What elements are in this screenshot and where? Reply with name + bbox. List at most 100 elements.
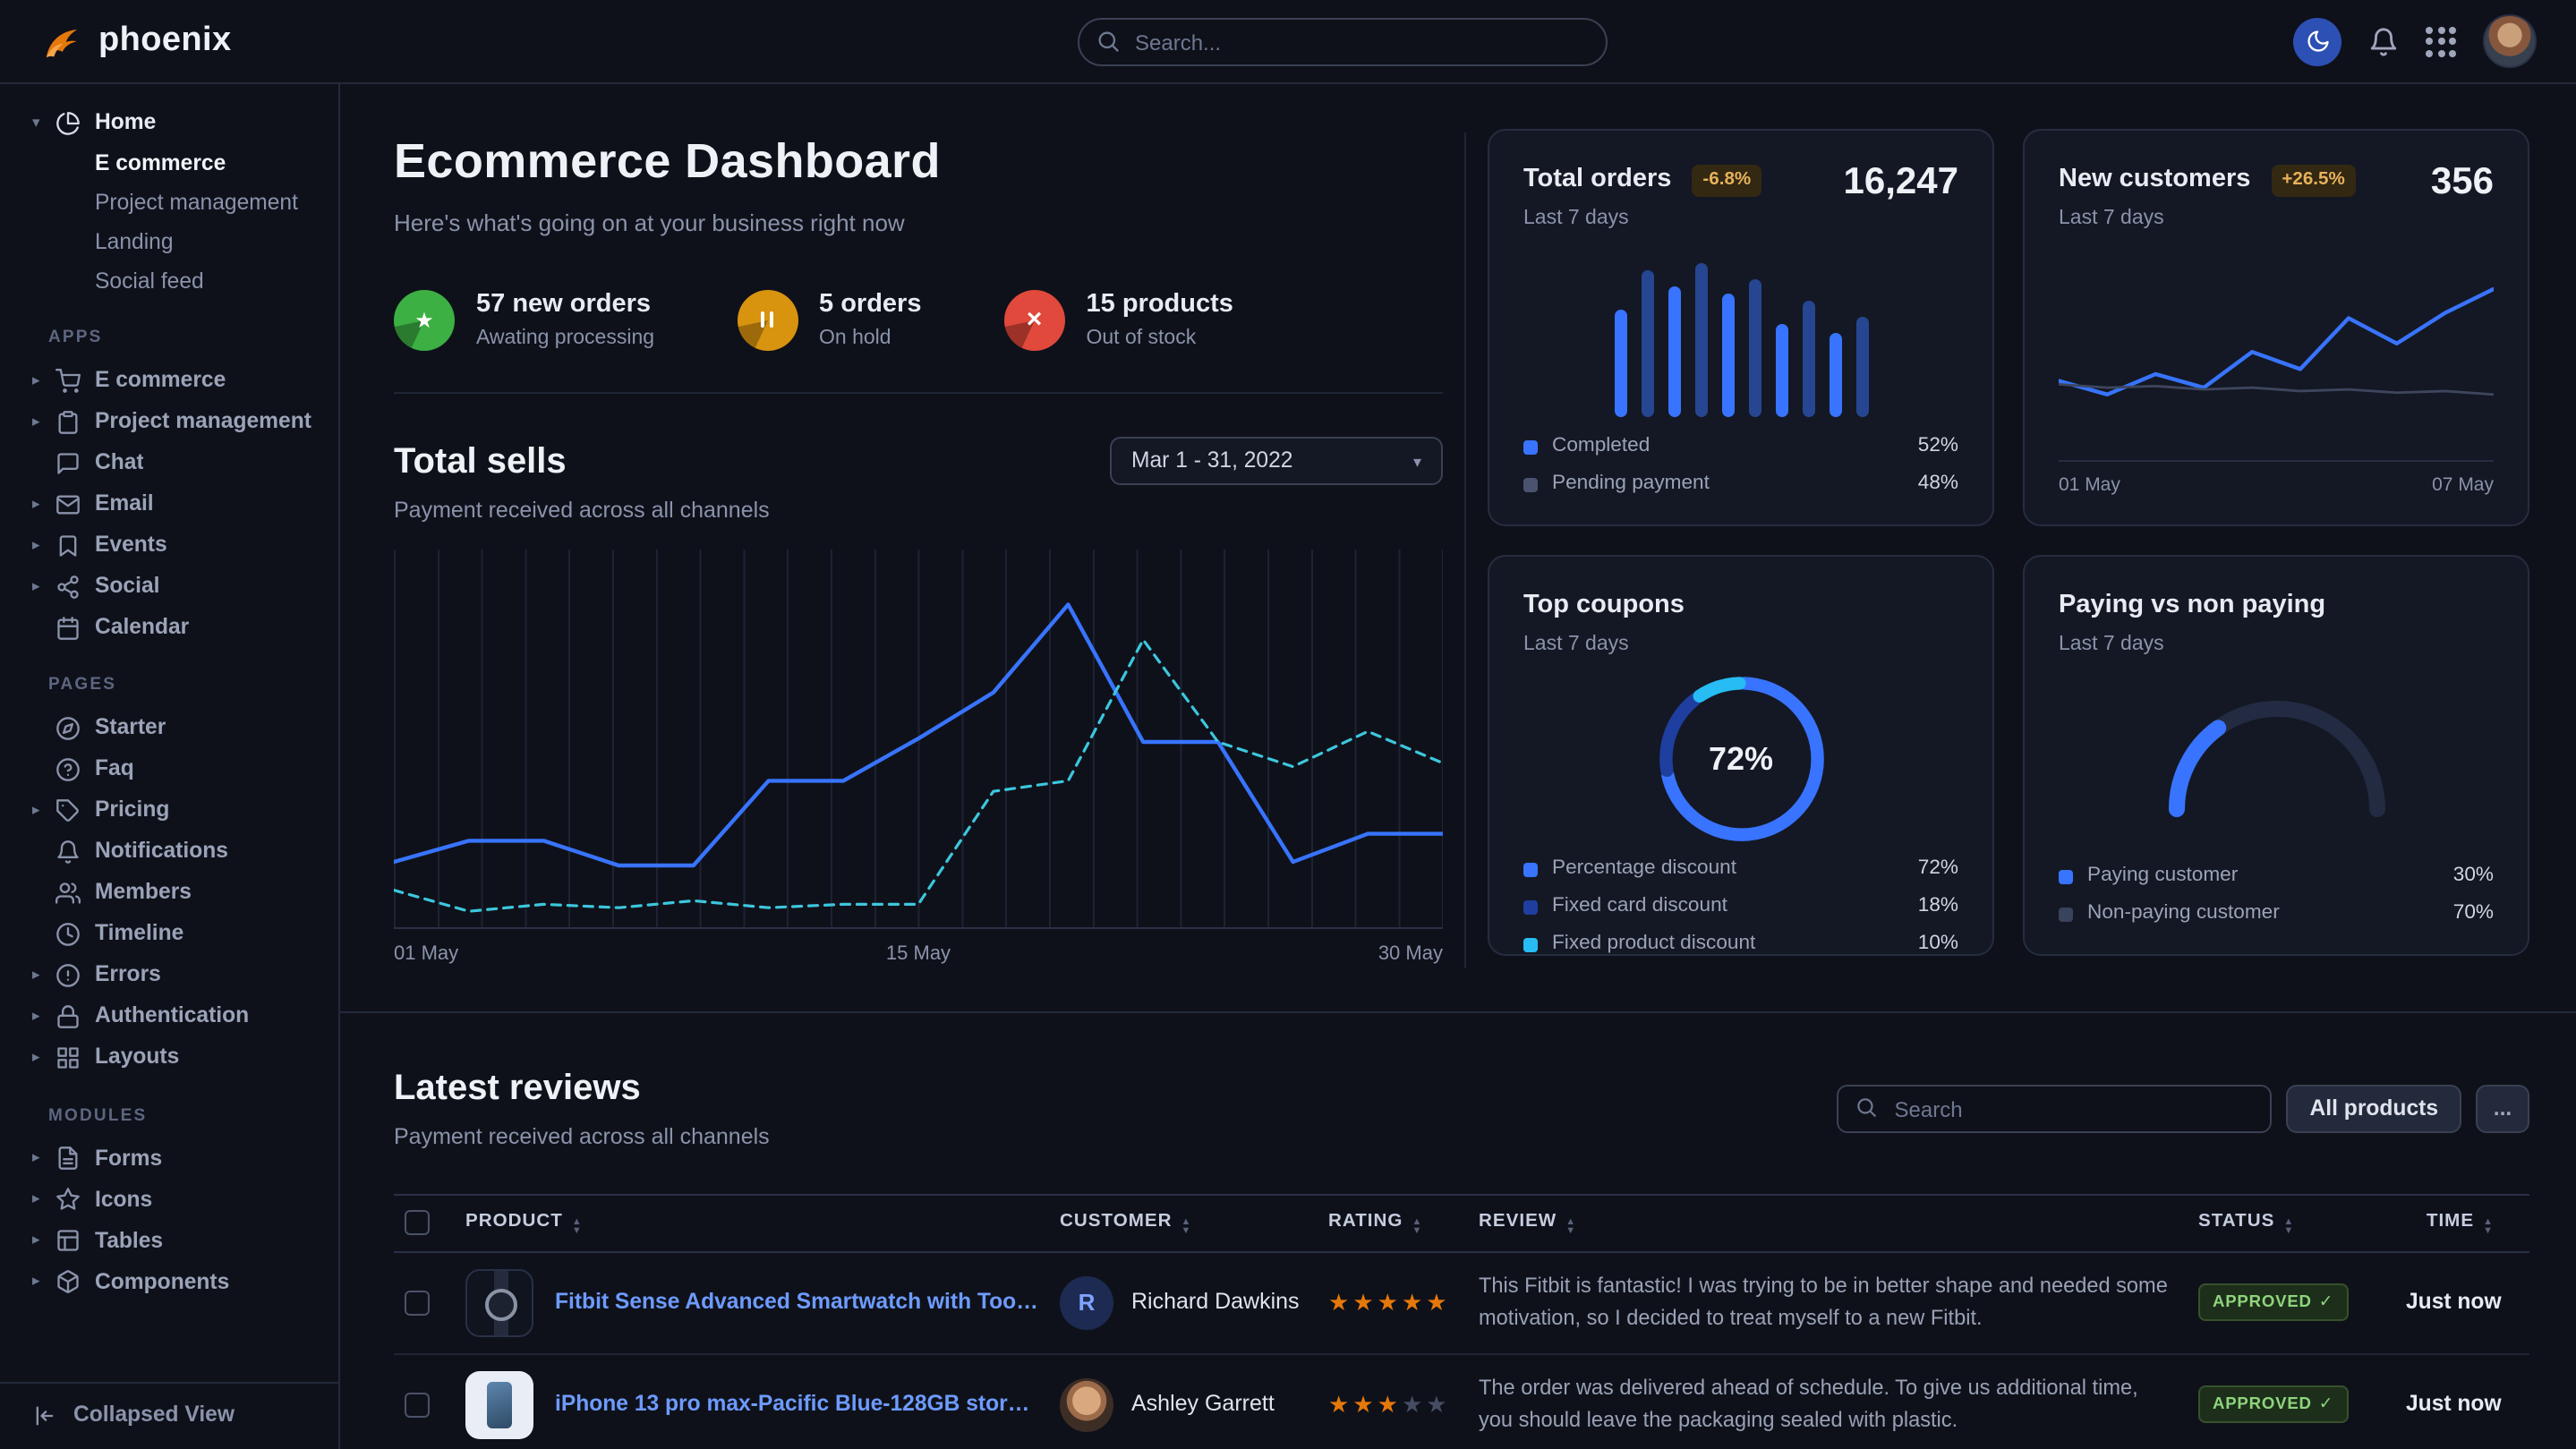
sidebar-item-forms[interactable]: ▸Forms <box>32 1138 324 1180</box>
chevron-right-icon: ▸ <box>32 965 55 986</box>
compass-icon <box>55 716 81 741</box>
chevron-right-icon: ▸ <box>32 1189 55 1211</box>
sort-icon: ▲▼ <box>1565 1219 1576 1235</box>
notifications-button[interactable] <box>2368 26 2399 56</box>
sidebar-item-social[interactable]: ▸Social <box>32 567 324 608</box>
x-label: 07 May <box>2432 473 2494 499</box>
star-icon <box>55 1188 81 1213</box>
product-link[interactable]: Fitbit Sense Advanced Smartwatch with To… <box>555 1288 1038 1318</box>
sidebar-item-starter[interactable]: Starter <box>32 708 324 749</box>
order-bar <box>1855 316 1868 416</box>
navbar-search-input[interactable] <box>1078 18 1608 66</box>
chevron-right-icon: ▸ <box>32 494 55 516</box>
alert-circle-icon <box>55 963 81 988</box>
column-header-customer[interactable]: CUSTOMER▲▼ <box>1049 1195 1318 1252</box>
chevron-right-icon: ▸ <box>32 1272 55 1293</box>
sidebar-item-members[interactable]: Members <box>32 873 324 914</box>
sidebar-item-label: Calendar <box>95 612 189 643</box>
sidebar-item-label: Members <box>95 878 192 908</box>
brand[interactable]: phoenix <box>39 17 232 64</box>
column-header-time[interactable]: TIME▲▼ <box>2395 1195 2529 1252</box>
table-icon <box>55 1229 81 1254</box>
review-row: iPhone 13 pro max-Pacific Blue-128GB sto… <box>394 1354 2529 1449</box>
reviews-search <box>1838 1085 2273 1133</box>
column-header-status[interactable]: STATUS▲▼ <box>2188 1195 2395 1252</box>
sidebar-item-label: Authentication <box>95 1002 249 1032</box>
sidebar-item-label: Components <box>95 1267 229 1298</box>
reviews-search-input[interactable] <box>1838 1085 2273 1133</box>
legend-swatch <box>2059 908 2073 922</box>
total-sells-title: Total sells <box>394 438 770 488</box>
sidebar-item-calendar[interactable]: Calendar <box>32 608 324 649</box>
sidebar-item-components[interactable]: ▸ Components <box>32 1262 324 1303</box>
x-label: 01 May <box>2059 473 2120 499</box>
more-options-button[interactable]: ... <box>2476 1085 2529 1133</box>
top-coupons-donut: 72% <box>1651 670 1830 849</box>
sidebar-item-home[interactable]: ▾Home <box>32 102 324 143</box>
status-badge: APPROVED ✓ <box>2198 1284 2348 1322</box>
all-products-button[interactable]: All products <box>2287 1085 2461 1133</box>
clipboard-icon <box>55 410 81 435</box>
sidebar-subitem-project-management[interactable]: Project management <box>32 183 324 222</box>
sidebar-item-pricing[interactable]: ▸Pricing <box>32 790 324 831</box>
paying-legend: Paying customer30%Non-paying customer70% <box>2059 864 2494 929</box>
legend-value: 18% <box>1918 893 1958 922</box>
sidebar-item-events[interactable]: ▸Events <box>32 525 324 567</box>
sidebar-item-tables[interactable]: ▸Tables <box>32 1221 324 1262</box>
phoenix-logo-icon <box>39 19 84 64</box>
sidebar-subitem-landing[interactable]: Landing <box>32 222 324 261</box>
total-sells-subtitle: Payment received across all channels <box>394 497 770 528</box>
sidebar-item-email[interactable]: ▸Email <box>32 484 324 525</box>
date-range-select[interactable]: Mar 1 - 31, 2022 ▾ <box>1110 438 1443 486</box>
legend-value: 70% <box>2453 900 2494 929</box>
column-header-product[interactable]: PRODUCT▲▼ <box>455 1195 1049 1252</box>
check-icon: ✓ <box>2319 1394 2333 1417</box>
row-checkbox[interactable] <box>405 1393 430 1418</box>
total-sells-chart-svg <box>394 550 1443 927</box>
review-time: Just now <box>2395 1252 2529 1354</box>
reviews-toolbar: All products ... <box>1838 1085 2529 1133</box>
sidebar-item-label: Starter <box>95 713 166 744</box>
sidebar-item-icons[interactable]: ▸Icons <box>32 1180 324 1221</box>
legend-label: Paying customer <box>2087 864 2238 892</box>
sidebar-item-layouts[interactable]: ▸Layouts <box>32 1037 324 1078</box>
collapse-left-icon <box>32 1403 57 1428</box>
user-avatar[interactable] <box>2483 14 2537 68</box>
star-icon: ★ <box>394 289 455 350</box>
sidebar-item-errors[interactable]: ▸Errors <box>32 955 324 996</box>
sidebar-item-chat[interactable]: Chat <box>32 443 324 484</box>
sidebar-section-label: APPS <box>48 326 324 350</box>
order-bar <box>1721 293 1734 416</box>
sidebar-item-faq[interactable]: Faq <box>32 749 324 790</box>
product-link[interactable]: iPhone 13 pro max-Pacific Blue-128GB sto… <box>555 1390 1038 1420</box>
column-header-rating[interactable]: RATING▲▼ <box>1318 1195 1468 1252</box>
collapsed-view-toggle[interactable]: Collapsed View <box>0 1381 338 1449</box>
sidebar-item-project-management[interactable]: ▸Project management <box>32 402 324 443</box>
stat-caption: Awating processing <box>476 325 654 354</box>
sidebar-item-timeline[interactable]: Timeline <box>32 914 324 955</box>
sidebar-item-notifications[interactable]: Notifications <box>32 831 324 873</box>
sidebar-item-authentication[interactable]: ▸Authentication <box>32 996 324 1037</box>
file-text-icon <box>55 1146 81 1172</box>
select-all-checkbox[interactable] <box>405 1210 430 1235</box>
sidebar-item-label: Social <box>95 571 159 601</box>
apps-grid-button[interactable] <box>2426 26 2456 56</box>
sort-icon: ▲▼ <box>2283 1219 2294 1235</box>
chevron-right-icon: ▸ <box>32 1148 55 1170</box>
sort-icon: ▲▼ <box>572 1219 583 1235</box>
legend-swatch <box>1523 900 1538 915</box>
order-bar <box>1829 332 1841 416</box>
sidebar-item-e-commerce[interactable]: ▸E commerce <box>32 361 324 402</box>
x-label: 01 May <box>394 942 458 969</box>
card-value: 356 <box>2431 161 2494 202</box>
card-title: New customers <box>2059 165 2250 193</box>
lock-icon <box>55 1004 81 1029</box>
row-checkbox[interactable] <box>405 1291 430 1316</box>
navbar-actions <box>2293 14 2537 68</box>
column-header-review[interactable]: REVIEW▲▼ <box>1468 1195 2188 1252</box>
sidebar-subitem-e-commerce[interactable]: E commerce <box>32 143 324 183</box>
legend-item-fixed-product-discount: Fixed product discount10% <box>1523 931 1958 956</box>
sidebar-subitem-social-feed[interactable]: Social feed <box>32 261 324 301</box>
theme-toggle-button[interactable] <box>2293 17 2341 65</box>
chevron-right-icon: ▸ <box>32 800 55 822</box>
